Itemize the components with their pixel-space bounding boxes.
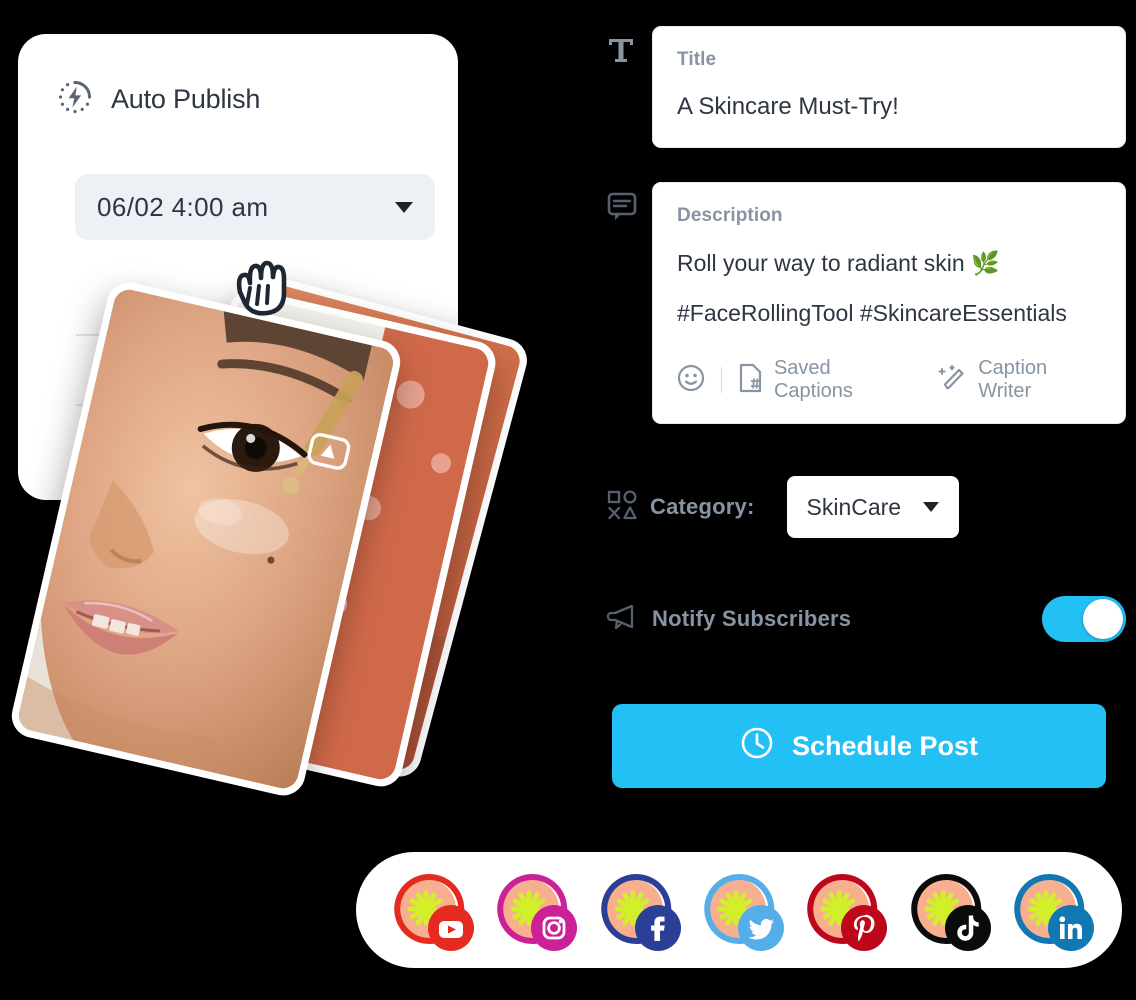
category-select[interactable]: SkinCare: [786, 476, 960, 538]
saved-captions-label: Saved Captions: [773, 357, 853, 402]
auto-publish-title: Auto Publish: [111, 84, 261, 114]
notify-subscribers-toggle[interactable]: [1042, 596, 1126, 642]
caption-toolbar: Saved Captions Caption Writer: [677, 357, 1101, 403]
title-card[interactable]: Title A Skincare Must-Try!: [652, 26, 1126, 148]
description-row: Description Roll your way to radiant ski…: [606, 182, 1126, 424]
category-label: Category:: [650, 494, 755, 519]
facebook-icon[interactable]: [634, 905, 681, 951]
saved-captions-button[interactable]: Saved Captions: [738, 357, 910, 403]
social-account-pinterest[interactable]: [803, 871, 888, 951]
social-account-twitter[interactable]: [700, 871, 784, 951]
shapes-category-icon: [606, 489, 638, 526]
magic-pen-icon: [938, 363, 968, 398]
chevron-down-icon: [923, 502, 940, 512]
media-card-stack[interactable]: [7, 274, 532, 808]
youtube-icon[interactable]: [428, 905, 474, 951]
title-label: Title: [677, 49, 717, 70]
schedule-post-button[interactable]: Schedule Post: [612, 704, 1106, 788]
tiktok-icon[interactable]: [944, 905, 991, 951]
auto-publish-header: Auto Publish: [18, 34, 458, 121]
clock-icon: [740, 726, 774, 767]
description-label: Description: [677, 205, 783, 226]
grab-hand-icon: [228, 252, 294, 324]
auto-publish-bolt-icon: [56, 78, 94, 121]
caption-writer-button[interactable]: Caption Writer: [938, 357, 1101, 403]
social-account-tiktok[interactable]: [907, 871, 991, 951]
twitter-icon[interactable]: [737, 905, 784, 951]
smiley-emoji-icon[interactable]: [677, 364, 705, 397]
social-account-facebook[interactable]: [597, 871, 681, 951]
title-value[interactable]: A Skincare Must-Try!: [677, 93, 1101, 121]
comment-bubble-icon: [606, 182, 652, 222]
app-screenshot: Auto Publish 06/02 4:00 am 4AM 5PM: [0, 0, 1136, 1000]
description-line-2[interactable]: #FaceRollingTool #SkincareEssentials: [677, 300, 1101, 327]
connected-accounts-bar: [356, 852, 1122, 968]
linkedin-icon[interactable]: [1047, 905, 1094, 951]
document-hash-icon: [738, 363, 764, 398]
notify-subscribers-label: Notify Subscribers: [652, 606, 852, 631]
notify-subscribers-row: Notify Subscribers: [606, 596, 1126, 642]
toolbar-divider: [721, 367, 722, 393]
chevron-down-icon[interactable]: [395, 201, 413, 213]
caption-writer-label: Caption Writer: [978, 357, 1048, 402]
text-format-icon: [606, 26, 652, 66]
social-account-instagram[interactable]: [493, 871, 578, 951]
description-card[interactable]: Description Roll your way to radiant ski…: [652, 182, 1126, 424]
post-composer-panel: Title A Skincare Must-Try! Description R…: [606, 26, 1126, 788]
datetime-value: 06/02 4:00 am: [97, 191, 269, 222]
title-row: Title A Skincare Must-Try!: [606, 26, 1126, 148]
social-account-youtube[interactable]: [390, 871, 474, 951]
megaphone-icon: [606, 602, 640, 637]
category-value: SkinCare: [806, 493, 902, 520]
description-line-1[interactable]: Roll your way to radiant skin 🌿: [677, 250, 1101, 277]
social-account-linkedin[interactable]: [1010, 871, 1094, 951]
toggle-knob: [1083, 599, 1123, 639]
category-row: Category: SkinCare: [606, 476, 1126, 538]
datetime-picker[interactable]: 06/02 4:00 am: [75, 174, 435, 240]
instagram-icon[interactable]: [531, 905, 578, 951]
pinterest-icon[interactable]: [841, 905, 888, 951]
schedule-post-label: Schedule Post: [791, 730, 979, 761]
